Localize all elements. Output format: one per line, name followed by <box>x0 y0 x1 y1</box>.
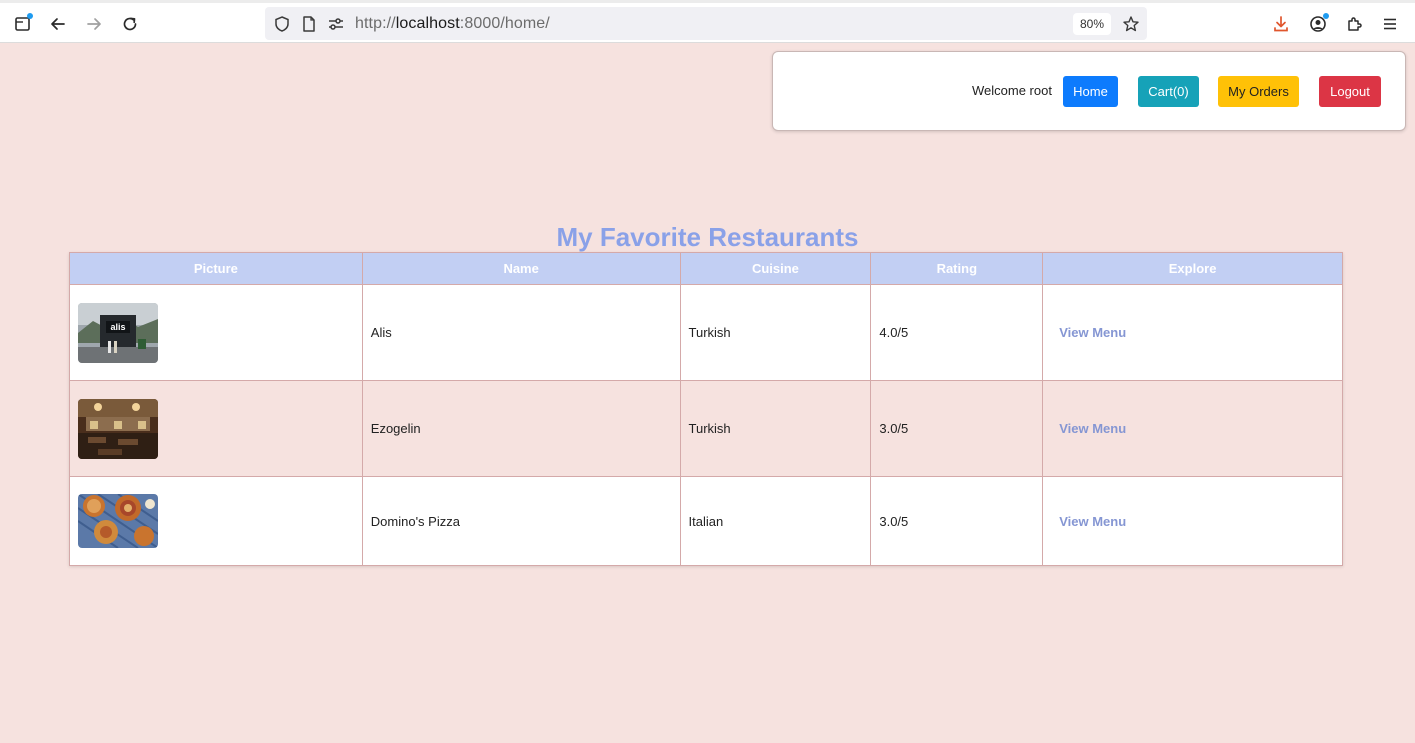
extensions-icon[interactable] <box>1341 11 1367 37</box>
name-cell: Domino's Pizza <box>361 476 681 566</box>
header-rating: Rating <box>870 252 1044 285</box>
shield-icon[interactable] <box>273 15 291 33</box>
rating-cell: 3.0/5 <box>870 476 1044 566</box>
storefront-sign-text: alis <box>110 322 125 332</box>
site-permissions-icon[interactable] <box>327 15 345 33</box>
header-name: Name <box>361 252 681 285</box>
bookmark-star-icon[interactable] <box>1122 15 1140 33</box>
my-orders-button[interactable]: My Orders <box>1218 76 1299 107</box>
account-dot <box>1323 13 1329 19</box>
storefront-photo: alis <box>78 302 158 363</box>
picture-cell <box>69 476 363 566</box>
header-picture: Picture <box>69 252 363 285</box>
url-text: http://localhost:8000/home/ <box>355 15 550 32</box>
notification-dot <box>27 13 33 19</box>
logout-button[interactable]: Logout <box>1319 76 1381 107</box>
table-header-row: Picture Name Cuisine Rating Explore <box>69 252 1343 285</box>
header-cuisine: Cuisine <box>679 252 872 285</box>
forward-icon[interactable] <box>81 11 107 37</box>
table-row: Ezogelin Turkish 3.0/5 View Menu <box>69 380 1343 477</box>
download-icon[interactable] <box>1268 11 1294 37</box>
view-menu-link[interactable]: View Menu <box>1059 514 1126 529</box>
pizza-photo <box>78 494 158 548</box>
page-icon[interactable] <box>300 15 318 33</box>
cart-button[interactable]: Cart(0) <box>1138 76 1199 107</box>
cuisine-cell: Italian <box>679 476 872 566</box>
rating-cell: 4.0/5 <box>870 284 1044 381</box>
zoom-level[interactable]: 80% <box>1073 13 1111 35</box>
page-title: My Favorite Restaurants <box>556 222 859 252</box>
header-explore: Explore <box>1042 252 1343 285</box>
name-cell: Alis <box>361 284 681 381</box>
reload-icon[interactable] <box>117 11 143 37</box>
explore-cell: View Menu <box>1042 284 1343 381</box>
name-cell: Ezogelin <box>361 380 681 477</box>
nav-bar: Welcome root Home Cart(0) My Orders Logo… <box>772 51 1406 131</box>
view-menu-link[interactable]: View Menu <box>1059 421 1126 436</box>
account-icon[interactable] <box>1305 11 1331 37</box>
explore-cell: View Menu <box>1042 380 1343 477</box>
back-icon[interactable] <box>45 11 71 37</box>
tab-overview-icon[interactable] <box>10 11 36 37</box>
menu-icon[interactable] <box>1377 11 1403 37</box>
restaurants-table: Picture Name Cuisine Rating Explore alis <box>69 252 1343 566</box>
home-button[interactable]: Home <box>1063 76 1118 107</box>
explore-cell: View Menu <box>1042 476 1343 566</box>
welcome-text: Welcome root <box>972 83 1052 98</box>
address-bar[interactable]: http://localhost:8000/home/ 80% <box>265 7 1147 40</box>
browser-toolbar: http://localhost:8000/home/ 80% <box>0 0 1415 43</box>
table-row: alis Alis Turkish 4.0/5 View Menu <box>69 284 1343 381</box>
view-menu-link[interactable]: View Menu <box>1059 325 1126 340</box>
rating-cell: 3.0/5 <box>870 380 1044 477</box>
table-row: Domino's Pizza Italian 3.0/5 View Menu <box>69 476 1343 566</box>
cuisine-cell: Turkish <box>679 284 872 381</box>
dining-hall-photo <box>78 398 158 459</box>
cuisine-cell: Turkish <box>679 380 872 477</box>
picture-cell: alis <box>69 284 363 381</box>
picture-cell <box>69 380 363 477</box>
